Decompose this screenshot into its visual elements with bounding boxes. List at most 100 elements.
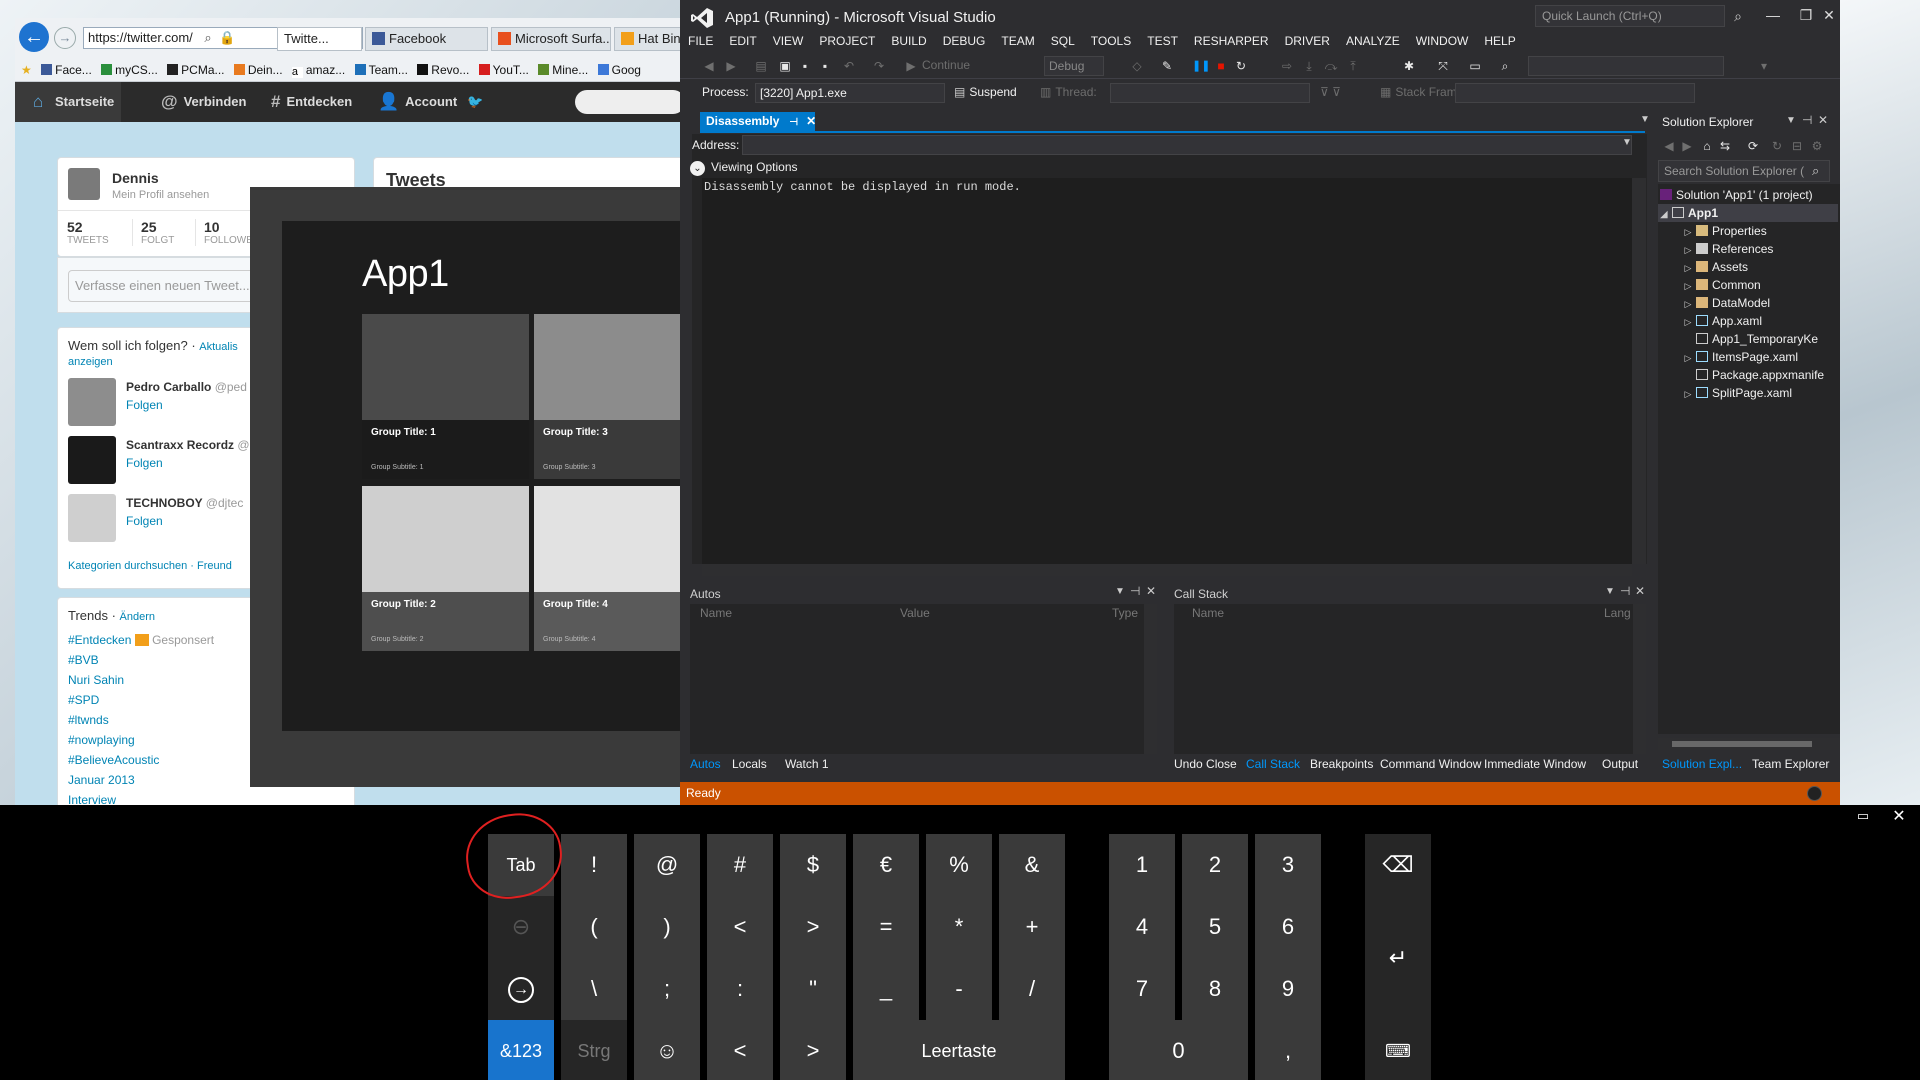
find-dropdown[interactable]: [1528, 56, 1724, 76]
column-name[interactable]: Name: [1192, 606, 1224, 620]
key-percent[interactable]: %: [926, 834, 992, 896]
column-lang[interactable]: Lang: [1604, 606, 1631, 620]
tree-item[interactable]: ▷ ItemsPage.xaml: [1658, 348, 1838, 366]
tab-command-window[interactable]: Command Window: [1380, 754, 1481, 774]
fav-item[interactable]: Mine...: [538, 58, 588, 82]
trend-item[interactable]: #nowplaying: [68, 730, 214, 750]
pin-icon[interactable]: ⊣: [1802, 113, 1812, 127]
back-button[interactable]: ←: [19, 22, 49, 52]
key-arrow-left[interactable]: <: [707, 1020, 773, 1080]
close-icon[interactable]: ✕: [1146, 584, 1156, 598]
follow-button[interactable]: Folgen: [126, 398, 163, 412]
key-0[interactable]: 0: [1109, 1020, 1248, 1080]
nav-back-icon[interactable]: ◀: [700, 57, 718, 75]
pause-icon[interactable]: ❚❚: [1192, 57, 1210, 75]
nav-account[interactable]: 👤 Account 🐦: [378, 82, 483, 122]
collapse-icon[interactable]: ⊟: [1788, 137, 1806, 155]
forward-button[interactable]: →: [54, 27, 76, 49]
avatar[interactable]: [68, 436, 116, 484]
tree-item[interactable]: ▷ SplitPage.xaml: [1658, 384, 1838, 402]
key-paren-open[interactable]: (: [561, 896, 627, 958]
fav-item[interactable]: Goog: [597, 58, 641, 82]
tab-call-stack[interactable]: Call Stack: [1246, 754, 1300, 774]
chevron-right-icon[interactable]: ▷: [1682, 349, 1694, 366]
sync-icon[interactable]: ⇆: [1716, 137, 1734, 155]
tree-solution[interactable]: Solution 'App1' (1 project): [1658, 186, 1838, 204]
process-dropdown[interactable]: [3220] App1.exe: [755, 83, 945, 103]
play-icon[interactable]: ▶: [902, 57, 920, 75]
menu-resharper[interactable]: RESHARPER: [1186, 31, 1277, 53]
chevron-right-icon[interactable]: ▷: [1682, 259, 1694, 276]
autos-pane[interactable]: Name Value Type: [690, 604, 1157, 754]
column-value[interactable]: Value: [900, 606, 930, 620]
key-1[interactable]: 1: [1109, 834, 1175, 896]
menu-analyze[interactable]: ANALYZE: [1338, 31, 1408, 53]
callstack-scrollbar[interactable]: [1633, 604, 1646, 754]
undo-icon[interactable]: ↶: [840, 57, 858, 75]
tab-twitter[interactable]: Twitte...: [277, 27, 362, 51]
chevron-right-icon[interactable]: ▷: [1682, 385, 1694, 402]
tree-item[interactable]: Package.appxmanife: [1658, 366, 1838, 384]
tree-project-app1[interactable]: ◢ App1: [1658, 204, 1838, 222]
address-input[interactable]: [742, 135, 1632, 155]
stack-frame-dropdown[interactable]: [1455, 83, 1695, 103]
menu-window[interactable]: WINDOW: [1408, 31, 1477, 53]
key-underscore[interactable]: _: [853, 958, 919, 1020]
twitter-search[interactable]: [575, 90, 680, 114]
threads-icon[interactable]: ⤧: [1434, 57, 1452, 75]
callstack-pane[interactable]: Name Lang: [1174, 604, 1646, 754]
key-comma[interactable]: ,: [1255, 1020, 1321, 1080]
search-icon[interactable]: ⌕: [1728, 5, 1748, 27]
menu-view[interactable]: VIEW: [765, 31, 812, 53]
key-euro[interactable]: €: [853, 834, 919, 896]
key-emoji[interactable]: ☺: [634, 1020, 700, 1080]
fav-item[interactable]: Face...: [41, 58, 92, 82]
chevron-right-icon[interactable]: ▷: [1682, 241, 1694, 258]
menu-project[interactable]: PROJECT: [811, 31, 883, 53]
close-icon[interactable]: ✕: [806, 114, 816, 128]
show-all-link[interactable]: anzeigen: [68, 356, 113, 368]
menu-tools[interactable]: TOOLS: [1083, 31, 1139, 53]
avatar[interactable]: [68, 168, 100, 200]
trend-item[interactable]: #BVB: [68, 650, 214, 670]
favorites-star-icon[interactable]: ★: [21, 58, 32, 82]
trend-item[interactable]: #ltwnds: [68, 710, 214, 730]
thread-dropdown[interactable]: [1110, 83, 1310, 103]
attach-icon[interactable]: ◇: [1128, 57, 1146, 75]
key-at[interactable]: @: [634, 834, 700, 896]
trend-item[interactable]: Nuri Sahin: [68, 670, 214, 690]
menu-help[interactable]: HELP: [1476, 31, 1523, 53]
tab-team-explorer[interactable]: Team Explorer: [1752, 754, 1829, 774]
key-equals[interactable]: =: [853, 896, 919, 958]
tree-item[interactable]: ▷ References: [1658, 240, 1838, 258]
refresh-icon[interactable]: ↻: [1768, 137, 1786, 155]
key-plus[interactable]: +: [999, 896, 1065, 958]
stat-tweets[interactable]: 52 TWEETS: [67, 219, 109, 246]
comment-icon[interactable]: ▭: [1466, 57, 1484, 75]
config-dropdown[interactable]: Debug: [1044, 56, 1104, 76]
key-3[interactable]: 3: [1255, 834, 1321, 896]
tab-solution-explorer[interactable]: Solution Expl...: [1662, 754, 1742, 774]
column-type[interactable]: Type: [1112, 606, 1138, 620]
suggestion-name[interactable]: TECHNOBOY @djtec: [126, 496, 243, 510]
close-button[interactable]: ✕: [1818, 2, 1840, 28]
continue-button[interactable]: Continue: [922, 58, 970, 72]
menu-debug[interactable]: DEBUG: [935, 31, 994, 53]
key-2[interactable]: 2: [1182, 834, 1248, 896]
refresh-link[interactable]: Aktualis: [199, 341, 238, 353]
key-exclamation[interactable]: !: [561, 834, 627, 896]
pin-icon[interactable]: ⊣: [789, 117, 798, 128]
close-icon[interactable]: ✕: [1635, 584, 1645, 598]
step-into-icon[interactable]: ⤓: [1300, 57, 1318, 75]
pin-icon[interactable]: ⊣: [1620, 584, 1630, 598]
profile-name[interactable]: Dennis: [112, 170, 159, 186]
close-icon[interactable]: ✕: [1818, 113, 1828, 127]
suggestion-name[interactable]: Scantraxx Recordz @: [126, 438, 250, 452]
tree-item[interactable]: ▷ Common: [1658, 276, 1838, 294]
fav-item[interactable]: Revo...: [417, 58, 469, 82]
properties-icon[interactable]: ⚙: [1808, 137, 1826, 155]
tab-hat-binding[interactable]: Hat Bindin: [614, 27, 680, 51]
key-asterisk[interactable]: *: [926, 896, 992, 958]
autos-scrollbar[interactable]: [1144, 604, 1157, 754]
new-project-icon[interactable]: ▤: [752, 57, 770, 75]
